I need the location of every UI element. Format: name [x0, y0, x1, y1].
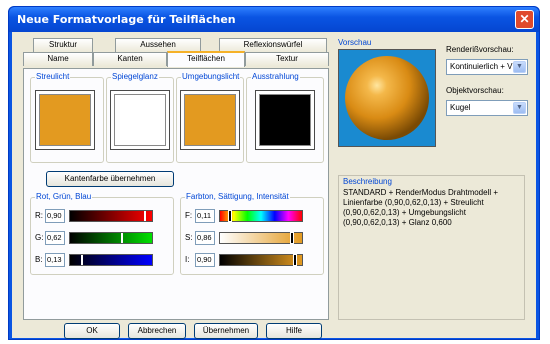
- green-value-input[interactable]: 0,62: [45, 231, 65, 245]
- sphere-preview[interactable]: [338, 49, 436, 147]
- hsi-row-label: S:: [185, 233, 193, 242]
- dialog-window: Neue Formatvorlage für Teilflächen ✕ Str…: [8, 6, 540, 340]
- rgb-row-label: G:: [35, 233, 44, 242]
- blue-slider[interactable]: [69, 254, 153, 266]
- tab-textur[interactable]: Textur: [245, 52, 329, 66]
- chevron-down-icon[interactable]: ▼: [513, 102, 526, 114]
- blue-slider-marker[interactable]: [80, 255, 83, 265]
- rgb-row: B: 0,13: [35, 253, 169, 267]
- rgb-row-label: R:: [35, 211, 43, 220]
- hsi-row: F: 0,11: [185, 209, 319, 223]
- rgb-row: G: 0,62: [35, 231, 169, 245]
- streulicht-label: Streulicht: [35, 72, 71, 81]
- umgebungslicht-swatch[interactable]: [180, 90, 240, 150]
- object-preview-label: Objektvorschau:: [446, 86, 504, 95]
- group-spiegelglanz: Spiegelglanz: [106, 72, 174, 163]
- description-label: Beschreibung: [343, 177, 392, 186]
- tab-reflexionswuerfel[interactable]: Reflexionswürfel: [219, 38, 327, 52]
- group-ausstrahlung: Ausstrahlung: [246, 72, 324, 163]
- hsi-title: Farbton, Sättigung, Intensität: [185, 192, 290, 201]
- render-preview-label: Renderißvorschau:: [446, 45, 514, 54]
- tab-name[interactable]: Name: [23, 52, 93, 66]
- spiegelglanz-swatch[interactable]: [110, 90, 170, 150]
- spiegelglanz-color: [114, 94, 166, 146]
- group-rgb: Rot, Grün, Blau R: 0,90 G: 0,62 B: 0,13: [30, 192, 174, 275]
- red-slider-marker[interactable]: [143, 211, 146, 221]
- apply-button[interactable]: Übernehmen: [194, 323, 258, 339]
- hsi-row-label: F:: [185, 211, 193, 220]
- umgebungslicht-color: [184, 94, 236, 146]
- intensity-slider[interactable]: [219, 254, 303, 266]
- ausstrahlung-swatch[interactable]: [255, 90, 315, 150]
- edge-color-button[interactable]: Kantenfarbe übernehmen: [46, 171, 174, 187]
- umgebungslicht-label: Umgebungslicht: [181, 72, 241, 81]
- blue-value-input[interactable]: 0,13: [45, 253, 65, 267]
- red-value-input[interactable]: 0,90: [45, 209, 65, 223]
- description-box: Beschreibung STANDARD + RenderModus Drah…: [338, 175, 525, 320]
- rgb-row: R: 0,90: [35, 209, 169, 223]
- streulicht-swatch[interactable]: [35, 90, 95, 150]
- object-preview-select[interactable]: Kugel ▼: [446, 100, 528, 116]
- sphere-icon: [345, 56, 429, 140]
- render-preview-select[interactable]: Kontinuierlich + VH ▼: [446, 59, 528, 75]
- group-streulicht: Streulicht: [30, 72, 104, 163]
- group-umgebungslicht: Umgebungslicht: [176, 72, 244, 163]
- tab-teilflaechen[interactable]: Teilflächen: [167, 51, 245, 67]
- hue-slider-marker[interactable]: [228, 210, 233, 222]
- window-title: Neue Formatvorlage für Teilflächen: [17, 13, 236, 26]
- description-text: STANDARD + RenderModus Drahtmodell + Lin…: [343, 188, 499, 227]
- hue-value-input[interactable]: 0,11: [195, 209, 215, 223]
- tab-aussehen[interactable]: Aussehen: [115, 38, 201, 52]
- render-preview-value: Kontinuierlich + VH: [450, 62, 519, 71]
- red-slider[interactable]: [69, 210, 153, 222]
- dialog-client-area: Struktur Aussehen Reflexionswürfel Name …: [12, 32, 536, 339]
- object-preview-value: Kugel: [450, 103, 471, 112]
- preview-label: Vorschau: [338, 38, 372, 47]
- tab-panel-teilflaechen: Streulicht Spiegelglanz Umgebungslicht A…: [23, 68, 329, 320]
- rgb-title: Rot, Grün, Blau: [35, 192, 93, 201]
- help-button[interactable]: Hilfe: [266, 323, 322, 339]
- hue-slider[interactable]: [219, 210, 303, 222]
- tab-strip: Struktur Aussehen Reflexionswürfel Name …: [23, 38, 329, 68]
- ok-button[interactable]: OK: [64, 323, 120, 339]
- group-hsi: Farbton, Sättigung, Intensität F: 0,11 S…: [180, 192, 324, 275]
- intensity-value-input[interactable]: 0,90: [195, 253, 215, 267]
- streulicht-color: [39, 94, 91, 146]
- spiegelglanz-label: Spiegelglanz: [111, 72, 159, 81]
- saturation-slider-marker[interactable]: [289, 232, 294, 244]
- saturation-value-input[interactable]: 0,86: [195, 231, 215, 245]
- title-bar[interactable]: Neue Formatvorlage für Teilflächen ✕: [9, 7, 539, 32]
- saturation-slider[interactable]: [219, 232, 303, 244]
- hsi-row: S: 0,86: [185, 231, 319, 245]
- hsi-row: I: 0,90: [185, 253, 319, 267]
- rgb-row-label: B:: [35, 255, 43, 264]
- dialog-footer: OK Abbrechen Übernehmen Hilfe: [12, 323, 536, 339]
- tab-struktur[interactable]: Struktur: [33, 38, 93, 52]
- green-slider-marker[interactable]: [120, 233, 123, 243]
- tab-kanten[interactable]: Kanten: [93, 52, 167, 66]
- ausstrahlung-color: [259, 94, 311, 146]
- close-button[interactable]: ✕: [515, 10, 534, 29]
- intensity-slider-marker[interactable]: [292, 254, 297, 266]
- ausstrahlung-label: Ausstrahlung: [251, 72, 300, 81]
- chevron-down-icon[interactable]: ▼: [513, 61, 526, 73]
- hsi-row-label: I:: [185, 255, 190, 264]
- green-slider[interactable]: [69, 232, 153, 244]
- cancel-button[interactable]: Abbrechen: [128, 323, 186, 339]
